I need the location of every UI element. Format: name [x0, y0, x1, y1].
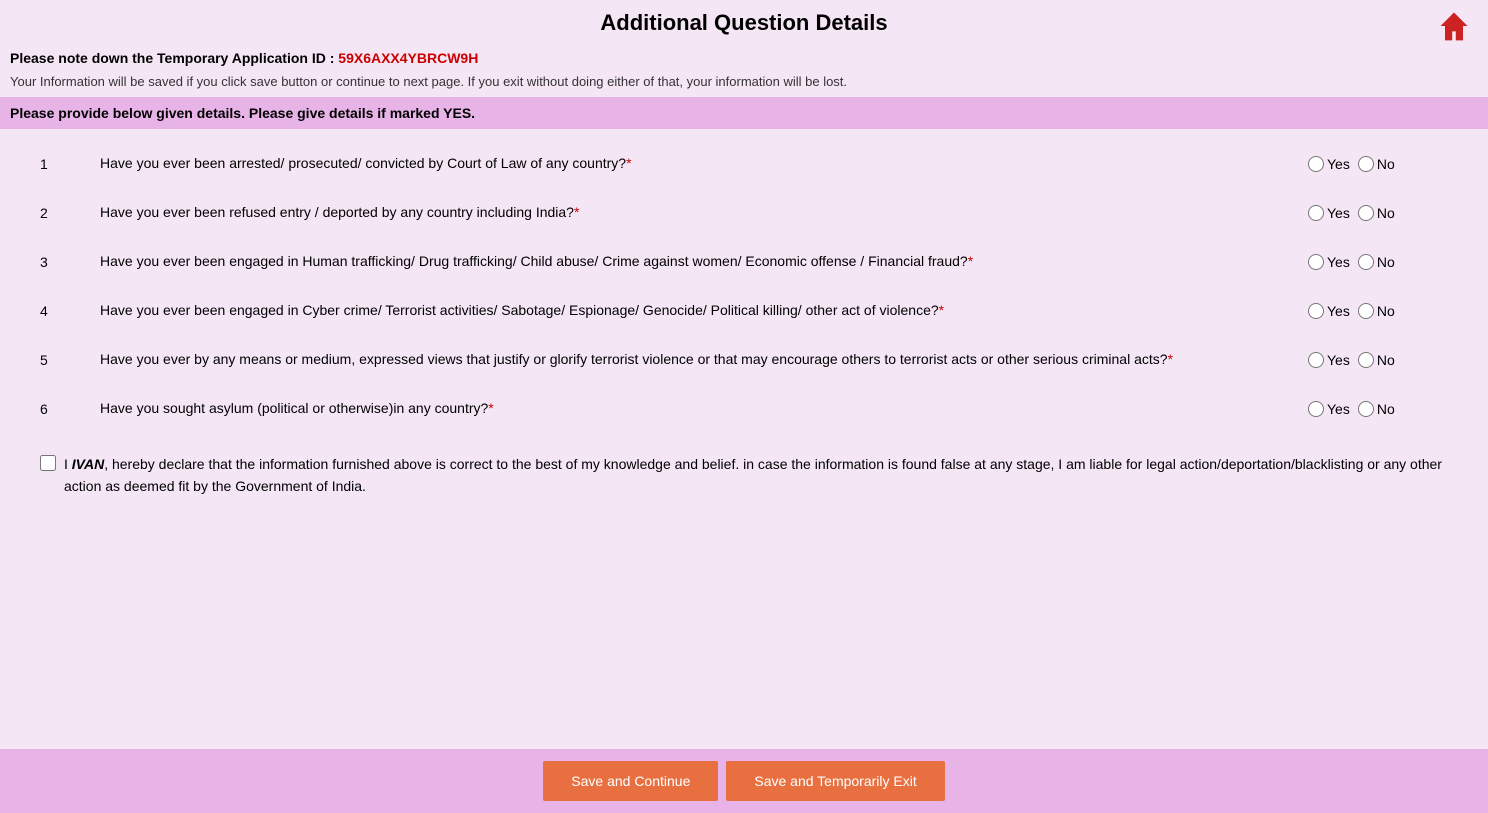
- temp-id-label: Please note down the Temporary Applicati…: [10, 50, 334, 66]
- notice-bar: Please provide below given details. Plea…: [0, 97, 1488, 129]
- radio-no-label-2: No: [1377, 205, 1395, 221]
- radio-yes-label-5: Yes: [1327, 352, 1350, 368]
- question-number-3: 3: [40, 254, 100, 270]
- question-text-3: Have you ever been engaged in Human traf…: [100, 251, 1308, 272]
- radio-group-6: Yes No: [1308, 401, 1448, 417]
- save-and-exit-button[interactable]: Save and Temporarily Exit: [726, 761, 944, 801]
- radio-input-yes-2[interactable]: [1308, 205, 1324, 221]
- temp-id-section: Please note down the Temporary Applicati…: [0, 42, 1488, 70]
- question-text-6: Have you sought asylum (political or oth…: [100, 398, 1308, 419]
- radio-yes-3[interactable]: Yes: [1308, 254, 1350, 270]
- info-text: Your Information will be saved if you cl…: [0, 70, 1488, 97]
- radio-input-yes-3[interactable]: [1308, 254, 1324, 270]
- question-row-2: 2 Have you ever been refused entry / dep…: [40, 188, 1448, 237]
- radio-input-yes-1[interactable]: [1308, 156, 1324, 172]
- declaration-name: IVAN: [72, 456, 104, 472]
- required-marker-2: *: [574, 204, 579, 220]
- page-title: Additional Question Details: [600, 10, 887, 36]
- header-bar: Additional Question Details: [0, 0, 1488, 42]
- radio-yes-label-3: Yes: [1327, 254, 1350, 270]
- question-row-5: 5 Have you ever by any means or medium, …: [40, 335, 1448, 384]
- radio-input-yes-4[interactable]: [1308, 303, 1324, 319]
- temp-id-value: 59X6AXX4YBRCW9H: [338, 50, 478, 66]
- question-text-4: Have you ever been engaged in Cyber crim…: [100, 300, 1308, 321]
- radio-no-1[interactable]: No: [1358, 156, 1395, 172]
- question-text-2: Have you ever been refused entry / depor…: [100, 202, 1308, 223]
- page-container: Additional Question Details Please note …: [0, 0, 1488, 608]
- question-number-6: 6: [40, 401, 100, 417]
- declaration-text: I IVAN, hereby declare that the informat…: [64, 453, 1448, 498]
- radio-input-no-1[interactable]: [1358, 156, 1374, 172]
- radio-group-2: Yes No: [1308, 205, 1448, 221]
- radio-input-no-2[interactable]: [1358, 205, 1374, 221]
- radio-input-yes-6[interactable]: [1308, 401, 1324, 417]
- radio-group-3: Yes No: [1308, 254, 1448, 270]
- required-marker-1: *: [626, 155, 631, 171]
- question-row-3: 3 Have you ever been engaged in Human tr…: [40, 237, 1448, 286]
- radio-yes-2[interactable]: Yes: [1308, 205, 1350, 221]
- radio-yes-label-4: Yes: [1327, 303, 1350, 319]
- question-row-4: 4 Have you ever been engaged in Cyber cr…: [40, 286, 1448, 335]
- radio-input-yes-5[interactable]: [1308, 352, 1324, 368]
- required-marker-5: *: [1168, 351, 1173, 367]
- home-icon[interactable]: [1436, 8, 1472, 44]
- radio-input-no-5[interactable]: [1358, 352, 1374, 368]
- radio-no-3[interactable]: No: [1358, 254, 1395, 270]
- question-number-1: 1: [40, 156, 100, 172]
- radio-yes-label-1: Yes: [1327, 156, 1350, 172]
- questions-container: 1 Have you ever been arrested/ prosecute…: [0, 139, 1488, 433]
- question-row-6: 6 Have you sought asylum (political or o…: [40, 384, 1448, 433]
- radio-no-5[interactable]: No: [1358, 352, 1395, 368]
- required-marker-6: *: [488, 400, 493, 416]
- radio-group-4: Yes No: [1308, 303, 1448, 319]
- question-row-1: 1 Have you ever been arrested/ prosecute…: [40, 139, 1448, 188]
- declaration-checkbox[interactable]: [40, 455, 56, 471]
- radio-input-no-6[interactable]: [1358, 401, 1374, 417]
- question-text-1: Have you ever been arrested/ prosecuted/…: [100, 153, 1308, 174]
- radio-yes-1[interactable]: Yes: [1308, 156, 1350, 172]
- declaration-section: I IVAN, hereby declare that the informat…: [0, 433, 1488, 518]
- question-number-4: 4: [40, 303, 100, 319]
- radio-no-label-5: No: [1377, 352, 1395, 368]
- radio-yes-5[interactable]: Yes: [1308, 352, 1350, 368]
- question-number-2: 2: [40, 205, 100, 221]
- radio-yes-label-6: Yes: [1327, 401, 1350, 417]
- radio-no-label-3: No: [1377, 254, 1395, 270]
- question-text-5: Have you ever by any means or medium, ex…: [100, 349, 1308, 370]
- radio-input-no-4[interactable]: [1358, 303, 1374, 319]
- radio-no-6[interactable]: No: [1358, 401, 1395, 417]
- radio-group-5: Yes No: [1308, 352, 1448, 368]
- radio-no-4[interactable]: No: [1358, 303, 1395, 319]
- radio-yes-6[interactable]: Yes: [1308, 401, 1350, 417]
- question-number-5: 5: [40, 352, 100, 368]
- required-marker-3: *: [968, 253, 973, 269]
- radio-group-1: Yes No: [1308, 156, 1448, 172]
- radio-no-label-4: No: [1377, 303, 1395, 319]
- footer-bar: Save and Continue Save and Temporarily E…: [0, 749, 1488, 813]
- required-marker-4: *: [939, 302, 944, 318]
- radio-no-label-1: No: [1377, 156, 1395, 172]
- radio-no-2[interactable]: No: [1358, 205, 1395, 221]
- radio-yes-4[interactable]: Yes: [1308, 303, 1350, 319]
- radio-input-no-3[interactable]: [1358, 254, 1374, 270]
- radio-no-label-6: No: [1377, 401, 1395, 417]
- save-and-continue-button[interactable]: Save and Continue: [543, 761, 718, 801]
- radio-yes-label-2: Yes: [1327, 205, 1350, 221]
